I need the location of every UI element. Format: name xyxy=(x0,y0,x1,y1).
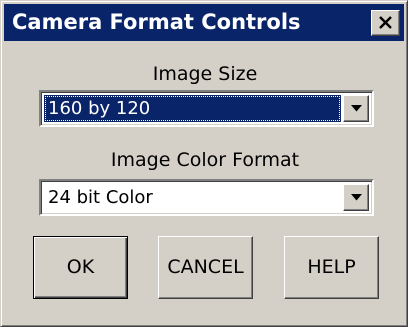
chevron-down-icon xyxy=(351,105,362,112)
color-format-dropdown-button[interactable] xyxy=(343,184,369,211)
help-button[interactable]: HELP xyxy=(284,236,379,299)
close-button[interactable] xyxy=(371,10,400,36)
image-size-label: Image Size xyxy=(152,63,258,85)
color-format-label: Image Color Format xyxy=(110,149,300,171)
color-format-select[interactable]: 24 bit Color xyxy=(39,179,374,216)
image-size-value: 160 by 120 xyxy=(44,95,341,122)
title-bar[interactable]: Camera Format Controls xyxy=(4,4,404,41)
cancel-button[interactable]: CANCEL xyxy=(158,236,253,299)
dialog-window: Camera Format Controls Image Size 160 by… xyxy=(0,0,408,327)
image-size-select[interactable]: 160 by 120 xyxy=(39,90,374,127)
chevron-down-icon xyxy=(351,194,362,201)
color-format-value: 24 bit Color xyxy=(48,187,153,208)
ok-button[interactable]: OK xyxy=(33,236,128,299)
window-title: Camera Format Controls xyxy=(12,10,301,34)
image-size-dropdown-button[interactable] xyxy=(343,95,369,122)
close-icon xyxy=(379,16,392,29)
